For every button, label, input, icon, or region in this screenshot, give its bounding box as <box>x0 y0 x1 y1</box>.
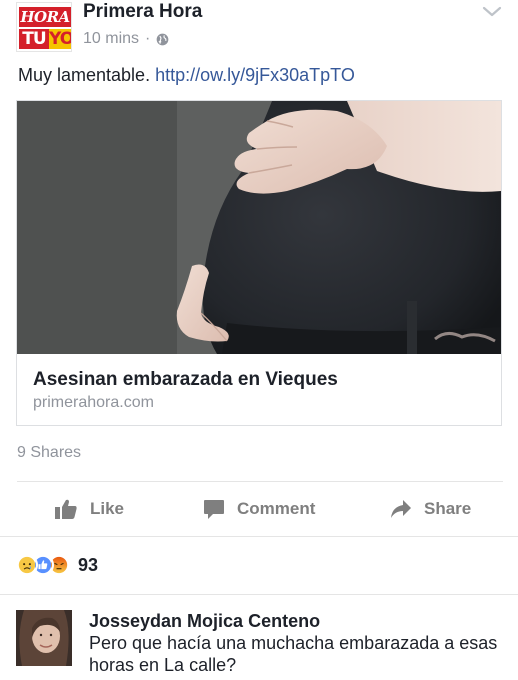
post-message: Muy lamentable. <box>18 65 156 85</box>
comment-item: Josseydan Mojica Centeno Pero que hacía … <box>0 598 518 680</box>
reaction-count: 93 <box>78 554 99 575</box>
share-arrow-icon <box>391 500 411 518</box>
divider <box>0 594 518 595</box>
link-preview-image[interactable] <box>17 101 501 354</box>
pregnant-belly-photo <box>17 101 501 354</box>
post-text: Muy lamentable. http://ow.ly/9jFx30aTpTO <box>18 64 355 86</box>
like-label: Like <box>90 499 125 518</box>
commenter-name[interactable]: Josseydan Mojica Centeno <box>89 610 320 632</box>
globe-icon[interactable] <box>156 33 169 46</box>
link-preview-card[interactable]: Asesinan embarazada en Vieques primeraho… <box>16 100 502 426</box>
meta-separator: · <box>145 30 151 47</box>
comment-label: Comment <box>237 499 316 518</box>
link-domain: primerahora.com <box>33 394 154 411</box>
share-button[interactable]: Share <box>390 492 471 526</box>
thumbs-up-icon <box>55 499 77 519</box>
like-button[interactable]: Like <box>54 492 124 526</box>
comment-text: Pero que hacía una muchacha embarazada a… <box>89 633 498 675</box>
shares-count[interactable]: 9 Shares <box>17 444 81 462</box>
link-title[interactable]: Asesinan embarazada en Vieques <box>33 369 338 391</box>
chevron-down-icon[interactable] <box>481 4 503 20</box>
post-time[interactable]: 10 mins <box>83 29 139 49</box>
comment-icon <box>204 499 224 519</box>
post-header: HORA TU YO Primera Hora 10 mins · <box>0 0 518 58</box>
divider <box>17 481 503 482</box>
share-label: Share <box>424 499 472 518</box>
logo-hora: HORA <box>19 7 71 27</box>
comment-button[interactable]: Comment <box>203 492 315 526</box>
avatar-photo <box>16 610 72 666</box>
logo-tuyo: TU YO <box>19 29 71 49</box>
post-link[interactable]: http://ow.ly/9jFx30aTpTO <box>155 65 355 85</box>
reactions-summary[interactable]: 93 <box>16 553 98 577</box>
page-logo[interactable]: HORA TU YO <box>16 2 72 52</box>
divider <box>0 536 518 537</box>
avatar[interactable] <box>16 610 72 666</box>
page-name[interactable]: Primera Hora <box>83 1 202 23</box>
post-meta: 10 mins · <box>83 29 169 49</box>
sad-icon <box>16 554 38 576</box>
